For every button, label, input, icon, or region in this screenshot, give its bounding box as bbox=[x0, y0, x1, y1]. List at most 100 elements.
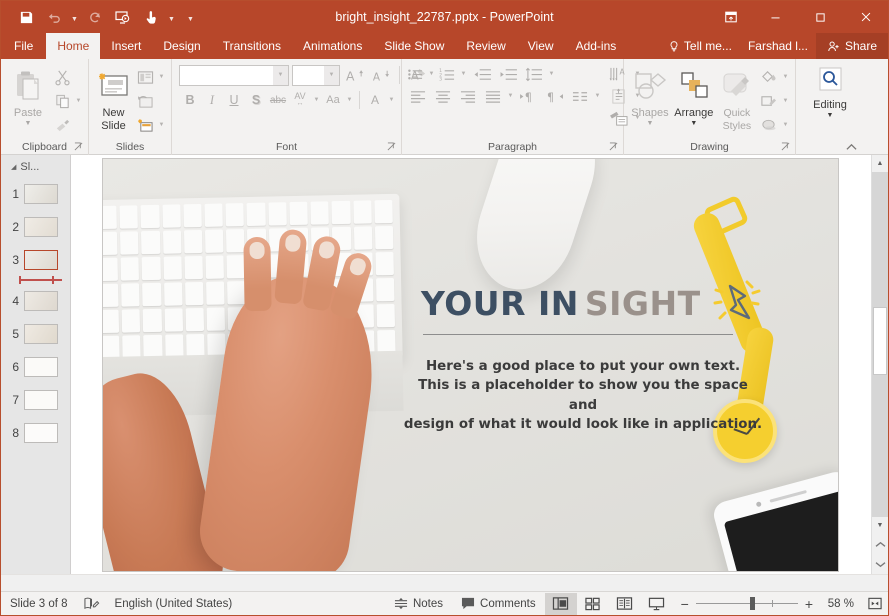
minimize-icon[interactable] bbox=[753, 1, 798, 33]
vertical-scrollbar[interactable]: ▲ ▼ bbox=[871, 155, 888, 574]
tell-me-search[interactable]: Tell me... bbox=[660, 33, 740, 59]
tab-design[interactable]: Design bbox=[152, 33, 211, 59]
clipboard-dialog-launcher[interactable] bbox=[74, 142, 84, 152]
share-button[interactable]: Share bbox=[815, 33, 888, 59]
presentation-play-icon[interactable] bbox=[110, 5, 136, 29]
decrease-font-size-icon[interactable]: A bbox=[369, 64, 392, 86]
line-spacing-icon[interactable] bbox=[521, 63, 546, 85]
thumbnail-item-8[interactable]: 8 bbox=[1, 416, 70, 449]
change-case-button[interactable]: Aa bbox=[322, 89, 344, 111]
tab-animations[interactable]: Animations bbox=[292, 33, 373, 59]
thumbnail-preview-selected[interactable] bbox=[24, 249, 58, 270]
notes-button[interactable]: Notes bbox=[385, 592, 452, 616]
redo-icon[interactable] bbox=[82, 5, 108, 29]
bullets-dropdown-icon[interactable]: ▼ bbox=[426, 63, 437, 85]
increase-font-size-icon[interactable]: A bbox=[343, 64, 366, 86]
editing-button[interactable]: Editing ▼ bbox=[804, 62, 856, 120]
language-indicator[interactable]: English (United States) bbox=[106, 592, 242, 616]
strikethrough-button[interactable]: abc bbox=[267, 89, 289, 111]
font-dialog-launcher[interactable] bbox=[387, 142, 397, 152]
text-shadow-button[interactable]: S bbox=[245, 89, 267, 111]
thumbnail-preview[interactable] bbox=[24, 290, 58, 311]
thumbnail-item-3[interactable]: 3 bbox=[1, 243, 70, 276]
tab-view[interactable]: View bbox=[517, 33, 565, 59]
shapes-dropdown-icon[interactable]: ▼ bbox=[646, 120, 653, 128]
tab-insert[interactable]: Insert bbox=[100, 33, 152, 59]
undo-icon[interactable] bbox=[41, 5, 67, 29]
editing-dropdown-icon[interactable]: ▼ bbox=[827, 112, 834, 120]
slide-show-icon[interactable] bbox=[641, 593, 673, 615]
underline-button[interactable]: U bbox=[223, 89, 245, 111]
character-spacing-dropdown-icon[interactable]: ▼ bbox=[311, 89, 322, 111]
zoom-slider[interactable] bbox=[695, 597, 798, 610]
columns-icon[interactable] bbox=[568, 85, 592, 107]
line-spacing-dropdown-icon[interactable]: ▼ bbox=[546, 63, 557, 85]
paste-button[interactable]: Paste ▼ bbox=[5, 62, 51, 128]
align-left-icon[interactable] bbox=[405, 85, 430, 107]
ribbon-display-options-icon[interactable] bbox=[708, 1, 753, 33]
zoom-in-button[interactable]: + bbox=[805, 596, 813, 612]
copy-dropdown-icon[interactable]: ▼ bbox=[73, 90, 84, 112]
shape-effects-dropdown-icon[interactable]: ▼ bbox=[780, 114, 791, 136]
quick-styles-button[interactable]: Quick Styles bbox=[716, 62, 758, 133]
next-slide-button[interactable] bbox=[872, 554, 888, 574]
paragraph-dialog-launcher[interactable] bbox=[609, 142, 619, 152]
slide-canvas[interactable]: YOUR IN SIGHT Here's a good place to put… bbox=[102, 157, 839, 572]
section-icon[interactable] bbox=[134, 114, 156, 136]
thumbnail-preview[interactable] bbox=[24, 356, 58, 377]
thumbnail-item-4[interactable]: 4 bbox=[1, 284, 70, 317]
font-size-combo[interactable]: ▼ bbox=[292, 64, 340, 86]
slide-thumbnail-pane[interactable]: ◢ Sl... 1 2 3 4 5 6 7 8 bbox=[1, 155, 71, 574]
scrollbar-track[interactable] bbox=[872, 172, 888, 517]
fit-slide-to-window-icon[interactable] bbox=[862, 593, 888, 615]
shape-outline-icon[interactable] bbox=[758, 90, 780, 112]
reset-icon[interactable] bbox=[134, 90, 156, 112]
new-slide-button[interactable]: New Slide bbox=[93, 62, 134, 133]
font-color-dropdown-icon[interactable]: ▼ bbox=[386, 89, 397, 111]
copy-icon[interactable] bbox=[51, 90, 73, 112]
numbering-icon[interactable]: 123 bbox=[437, 63, 458, 85]
text-direction-ltr-icon[interactable]: ¶ bbox=[516, 85, 542, 107]
align-center-icon[interactable] bbox=[430, 85, 455, 107]
bullets-icon[interactable] bbox=[405, 63, 426, 85]
font-color-button[interactable]: A bbox=[364, 89, 386, 111]
cut-icon[interactable] bbox=[51, 66, 73, 88]
drawing-dialog-launcher[interactable] bbox=[781, 142, 791, 152]
justify-dropdown-icon[interactable]: ▼ bbox=[505, 85, 516, 107]
horizontal-scroll-zone[interactable] bbox=[1, 574, 888, 591]
collapse-triangle-icon[interactable]: ◢ bbox=[11, 163, 16, 171]
thumbnail-preview[interactable] bbox=[24, 183, 58, 204]
zoom-slider-handle[interactable] bbox=[749, 597, 755, 610]
comments-button[interactable]: Comments bbox=[452, 592, 545, 616]
reading-view-icon[interactable] bbox=[609, 593, 641, 615]
thumbnail-preview[interactable] bbox=[24, 422, 58, 443]
numbering-dropdown-icon[interactable]: ▼ bbox=[458, 63, 469, 85]
thumbnail-item-2[interactable]: 2 bbox=[1, 210, 70, 243]
scrollbar-thumb[interactable] bbox=[873, 307, 887, 375]
thumbnail-preview[interactable] bbox=[24, 216, 58, 237]
text-direction-rtl-icon[interactable]: ¶ bbox=[542, 85, 568, 107]
columns-dropdown-icon[interactable]: ▼ bbox=[592, 85, 603, 107]
italic-button[interactable]: I bbox=[201, 89, 223, 111]
maximize-icon[interactable] bbox=[798, 1, 843, 33]
tab-slide-show[interactable]: Slide Show bbox=[373, 33, 455, 59]
format-painter-icon[interactable] bbox=[51, 114, 73, 136]
touch-mode-icon[interactable] bbox=[138, 5, 164, 29]
character-spacing-button[interactable]: AV ↔ bbox=[289, 89, 311, 111]
shape-effects-icon[interactable] bbox=[758, 114, 780, 136]
increase-indent-icon[interactable] bbox=[495, 63, 521, 85]
undo-dropdown-icon[interactable]: ▼ bbox=[69, 5, 80, 29]
decrease-indent-icon[interactable] bbox=[469, 63, 495, 85]
shape-outline-dropdown-icon[interactable]: ▼ bbox=[780, 90, 791, 112]
shape-fill-dropdown-icon[interactable]: ▼ bbox=[780, 66, 791, 88]
slide-title-textbox[interactable]: YOUR IN SIGHT bbox=[421, 278, 761, 330]
slide-canvas-pane[interactable]: YOUR IN SIGHT Here's a good place to put… bbox=[71, 155, 871, 574]
shapes-button[interactable]: Shapes ▼ bbox=[628, 62, 672, 128]
font-name-dropdown-icon[interactable]: ▼ bbox=[273, 65, 288, 85]
tab-review[interactable]: Review bbox=[455, 33, 516, 59]
paste-dropdown-icon[interactable]: ▼ bbox=[25, 120, 32, 128]
font-size-dropdown-icon[interactable]: ▼ bbox=[324, 65, 339, 85]
thumbnail-preview[interactable] bbox=[24, 323, 58, 344]
slide-body-textbox[interactable]: Here's a good place to put your own text… bbox=[403, 357, 763, 435]
thumbnail-preview[interactable] bbox=[24, 389, 58, 410]
